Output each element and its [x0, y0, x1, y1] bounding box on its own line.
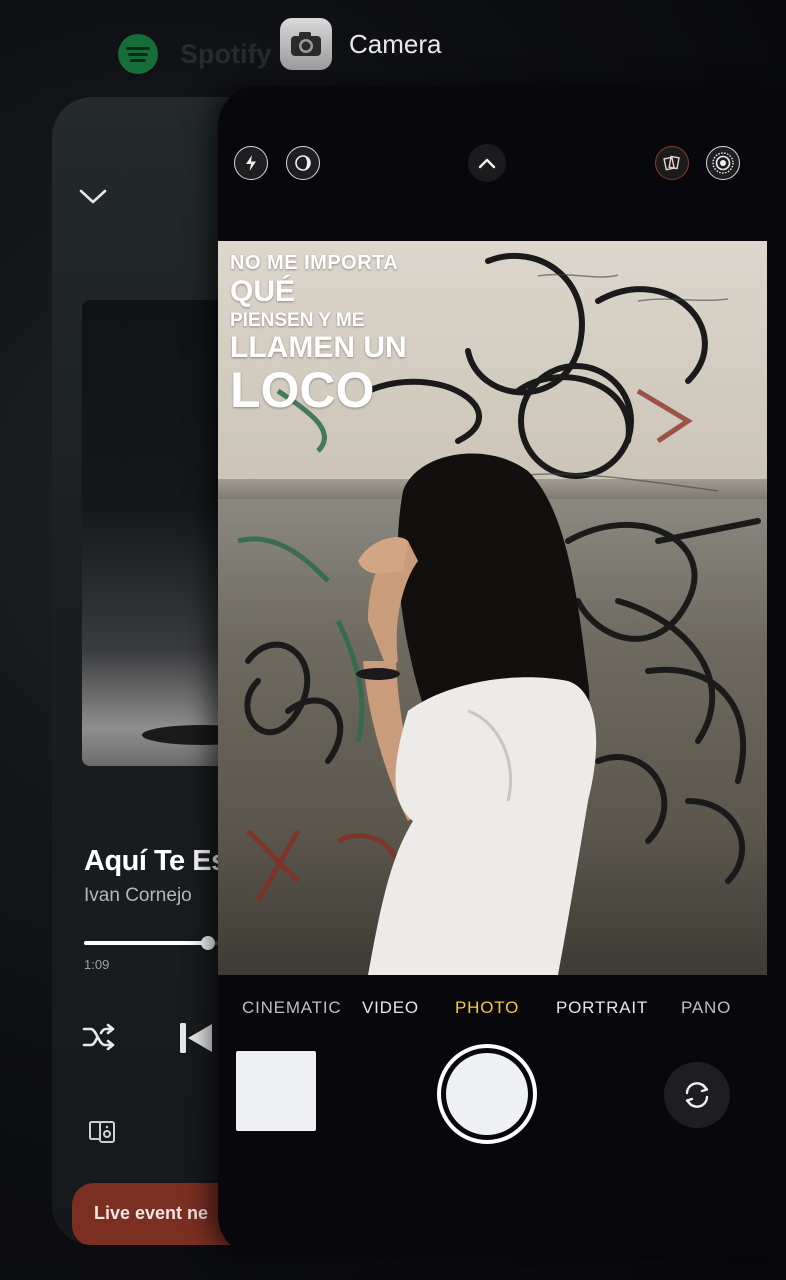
- photo-thumbnail[interactable]: [236, 1051, 316, 1131]
- night-mode-icon[interactable]: [286, 146, 320, 180]
- mode-cinematic[interactable]: CINEMATIC: [242, 998, 341, 1018]
- connect-device-icon[interactable]: [88, 1119, 118, 1150]
- shutter-button[interactable]: [437, 1044, 537, 1144]
- camera-app-label[interactable]: Camera: [280, 18, 441, 70]
- previous-track-icon[interactable]: [178, 1021, 214, 1060]
- camera-viewfinder[interactable]: NO ME IMPORTA QUÉ PIENSEN Y ME LLAMEN UN…: [218, 241, 767, 975]
- lyrics-line-3: PIENSEN Y ME: [230, 310, 365, 331]
- chevron-down-icon[interactable]: [78, 187, 108, 212]
- progress-fill: [84, 941, 208, 945]
- camera-mode-selector[interactable]: CINEMATIC VIDEO PHOTO PORTRAIT PANO: [218, 998, 786, 1024]
- flip-camera-icon[interactable]: [664, 1062, 730, 1128]
- camera-app-icon: [280, 18, 332, 70]
- shuffle-icon[interactable]: [82, 1022, 116, 1057]
- mode-pano[interactable]: PANO: [681, 998, 731, 1018]
- camera-app-card[interactable]: NO ME IMPORTA QUÉ PIENSEN Y ME LLAMEN UN…: [218, 86, 786, 1256]
- lyrics-line-5: LOCO: [230, 362, 375, 418]
- spotify-app-name: Spotify: [180, 38, 272, 69]
- live-photo-icon[interactable]: [706, 146, 740, 180]
- chevron-up-icon[interactable]: [468, 144, 506, 182]
- song-artist[interactable]: Ivan Cornejo: [84, 885, 192, 907]
- mode-portrait[interactable]: PORTRAIT: [556, 998, 648, 1018]
- mode-video[interactable]: VIDEO: [362, 998, 419, 1018]
- progress-knob[interactable]: [201, 936, 215, 950]
- lyrics-line-4: LLAMEN UN: [230, 331, 407, 364]
- live-event-text: Live event ne: [94, 1203, 209, 1223]
- photographic-styles-icon[interactable]: [655, 146, 689, 180]
- lyrics-line-1: NO ME IMPORTA: [230, 252, 399, 274]
- song-title: Aquí Te Es: [84, 845, 227, 877]
- camera-app-name: Camera: [349, 28, 442, 59]
- lyrics-overlay: NO ME IMPORTA QUÉ PIENSEN Y ME LLAMEN UN…: [230, 253, 407, 415]
- elapsed-time: 1:09: [84, 957, 110, 972]
- mode-photo[interactable]: PHOTO: [455, 998, 519, 1018]
- spotify-app-label[interactable]: Spotify: [118, 34, 272, 74]
- spotify-logo-icon: [118, 34, 158, 74]
- flash-icon[interactable]: [234, 146, 268, 180]
- lyrics-line-2: QUÉ: [230, 275, 296, 308]
